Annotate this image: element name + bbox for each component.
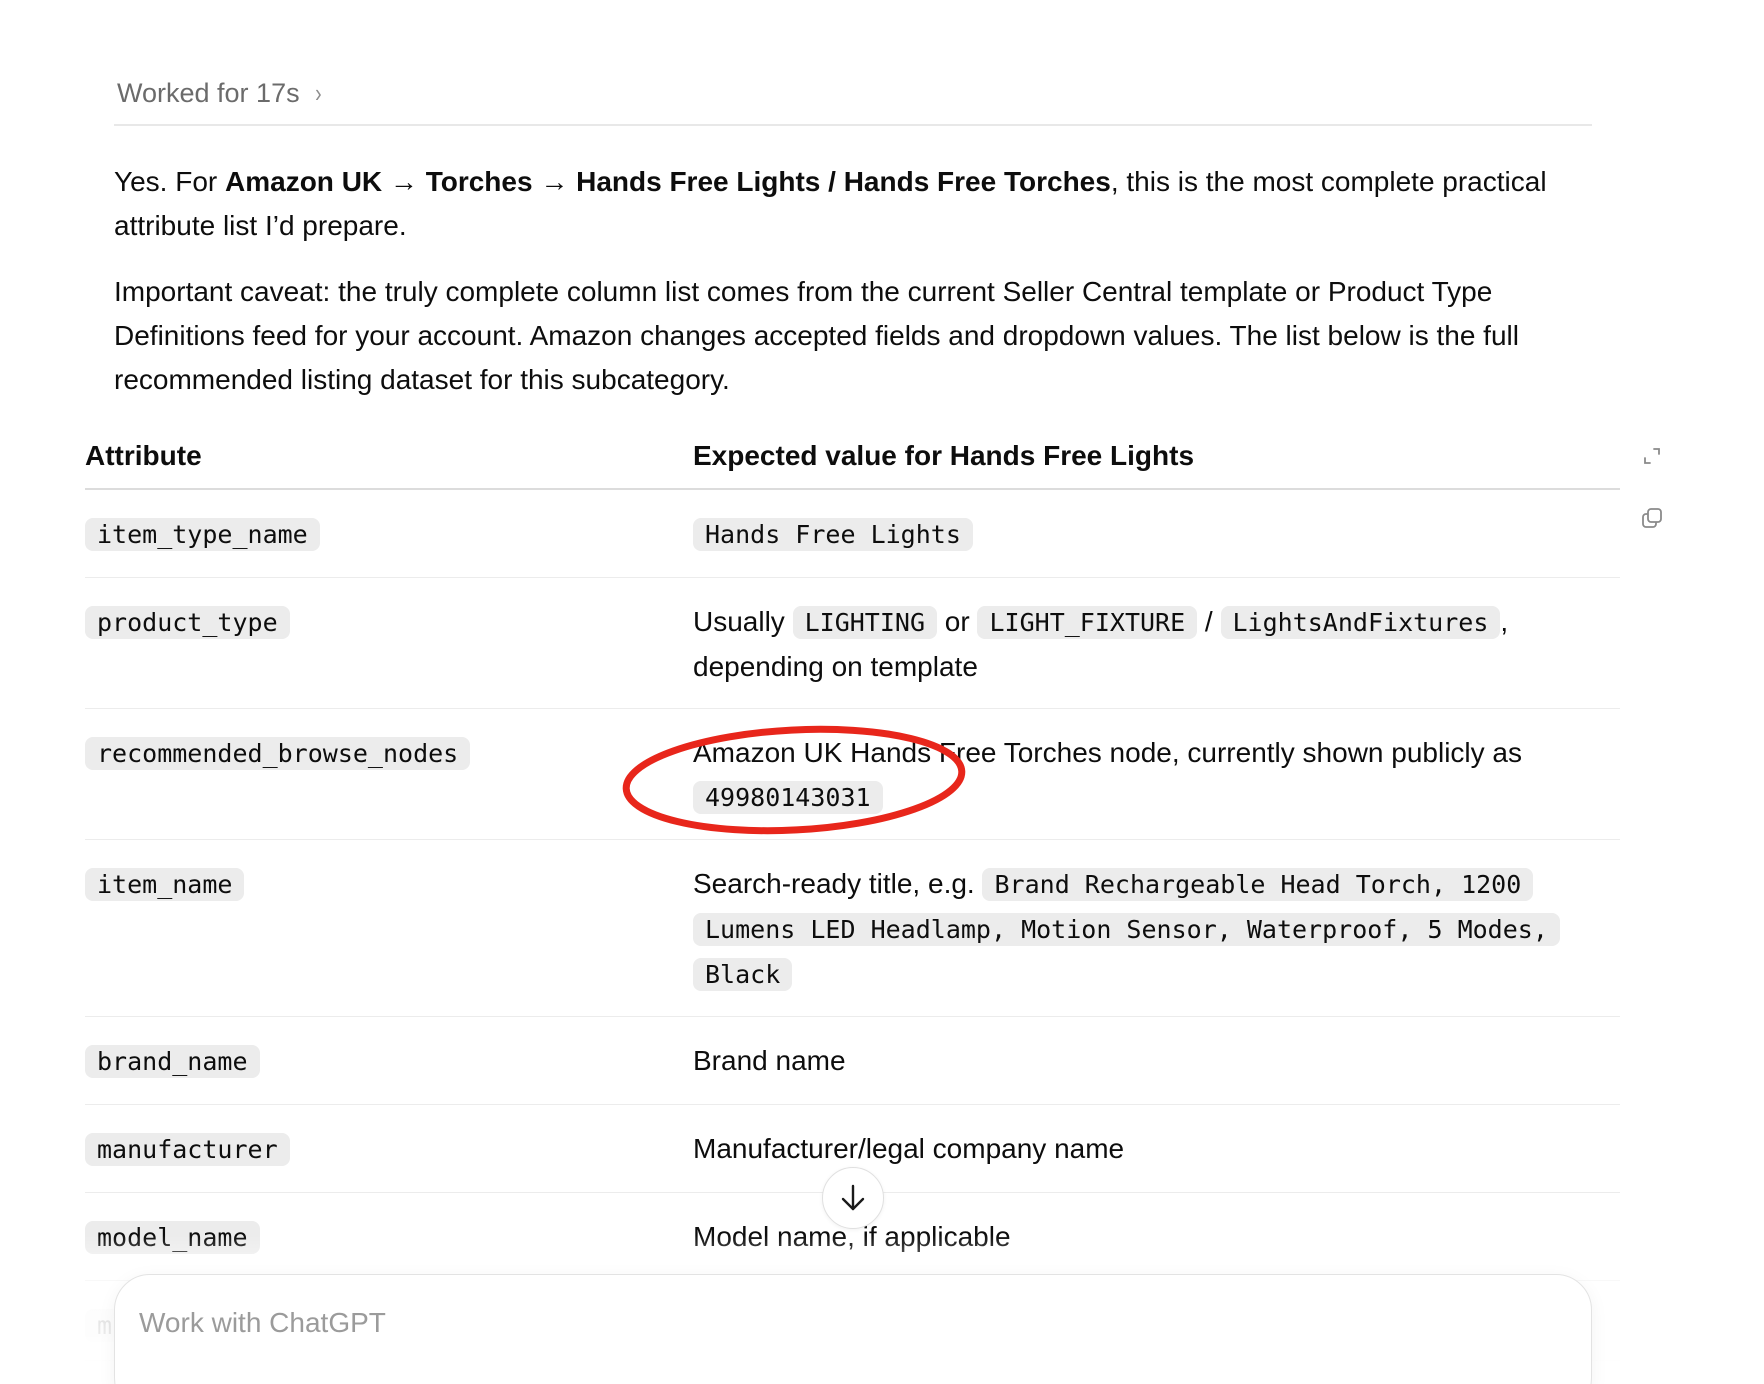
chat-page: Worked for 17s › Yes. For Amazon UK → To… (0, 0, 1764, 1384)
chevron-right-icon: › (314, 78, 322, 108)
value-cell: Search-ready title, e.g. Brand Rechargea… (693, 862, 1620, 1016)
composer (114, 1274, 1592, 1384)
worked-for-toggle[interactable]: Worked for 17s › (117, 78, 322, 109)
table-row: item_type_name Hands Free Lights (85, 490, 1620, 578)
expand-icon[interactable] (1643, 447, 1661, 465)
value-text: Brand name (693, 1045, 846, 1076)
intro-prefix: Yes. For (114, 166, 226, 197)
value-text: or (937, 606, 978, 637)
scroll-to-bottom-button[interactable] (822, 1167, 884, 1229)
intro-category-path: Amazon UK → Torches → Hands Free Lights … (225, 166, 1111, 197)
value-text: Amazon UK Hands Free Torches node, curre… (693, 737, 1522, 768)
value-code: LIGHTING (792, 606, 938, 639)
value-text: Usually (693, 606, 793, 637)
value-cell: Amazon UK Hands Free Torches node, curre… (693, 731, 1620, 839)
attribute-code: recommended_browse_nodes (85, 737, 471, 770)
table-row: recommended_browse_nodes Amazon UK Hands… (85, 709, 1620, 840)
header-expected-value: Expected value for Hands Free Lights (693, 440, 1195, 471)
value-code: LIGHT_FIXTURE (977, 606, 1198, 639)
composer-input[interactable] (139, 1301, 1339, 1345)
value-code: Hands Free Lights (693, 518, 973, 551)
value-code: LightsAndFixtures (1220, 606, 1501, 639)
header-attribute: Attribute (85, 440, 202, 471)
table-row: brand_name Brand name (85, 1017, 1620, 1105)
attribute-code: manufacturer (85, 1133, 290, 1166)
browse-node-code: 49980143031 (693, 781, 883, 814)
arrow-down-icon (841, 1184, 865, 1211)
table-header: Attribute Expected value for Hands Free … (85, 432, 1620, 490)
attribute-code: brand_name (85, 1045, 260, 1078)
worked-label: Worked for 17s (117, 78, 300, 108)
copy-icon[interactable] (1640, 506, 1664, 530)
caveat-paragraph: Important caveat: the truly complete col… (114, 276, 1519, 395)
table-row: product_type Usually LIGHTING or LIGHT_F… (85, 578, 1620, 709)
attribute-code: item_type_name (85, 518, 320, 551)
divider (114, 124, 1592, 126)
intro-paragraph: Yes. For Amazon UK → Torches → Hands Fre… (114, 160, 1614, 248)
attribute-code: product_type (85, 606, 290, 639)
value-text: Search-ready title, e.g. (693, 868, 983, 899)
value-text: / (1197, 606, 1221, 637)
table-row: item_name Search-ready title, e.g. Brand… (85, 840, 1620, 1017)
attribute-code: item_name (85, 868, 245, 901)
value-cell: Usually LIGHTING or LIGHT_FIXTURE / Ligh… (693, 600, 1620, 708)
